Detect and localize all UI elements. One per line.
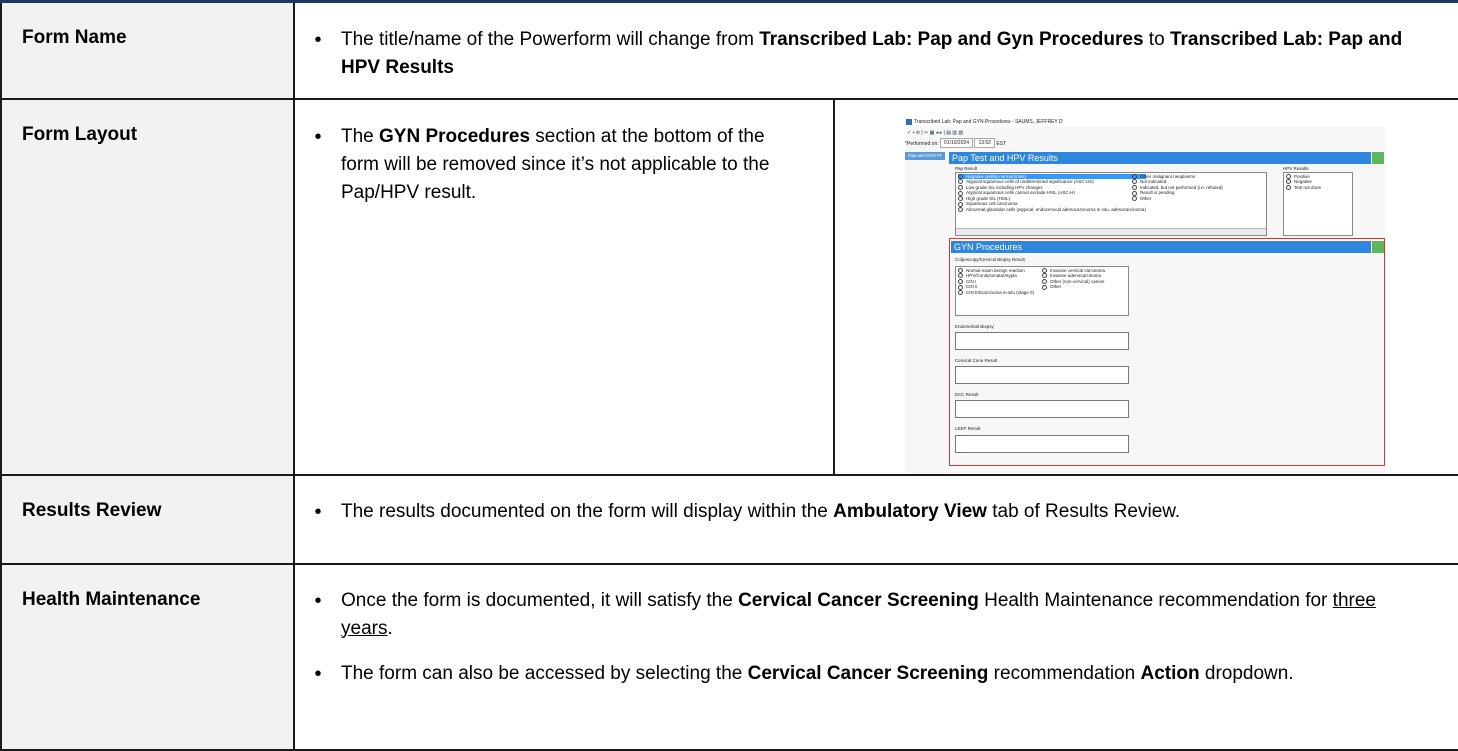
form-name-description: • The title/name of the Powerform will c… [292, 0, 1458, 100]
text-run: recommendation [988, 662, 1141, 684]
results-review-label: Results Review [0, 473, 295, 565]
bullet-icon: • [314, 29, 322, 51]
form-layout-row: Form Layout • The GYN Procedures section… [0, 97, 1458, 476]
toolbar-icons: ✓ ▪ ⊘ | ✂ ▦ ◂ ▸ | ▤ ▥ ▧ [907, 129, 964, 136]
text-run: tab of Results Review. [986, 500, 1181, 522]
colposcopy-options-col2: Invasive cervical carcinoma Invasive aden… [1042, 268, 1105, 290]
text-run: The results documented on the form will … [341, 500, 834, 522]
bold-term: Cervical Cancer Screening [738, 589, 979, 611]
hpv-results-list: Positive Negative Test not done [1283, 171, 1353, 236]
bullet-item: • The GYN Procedures section at the bott… [295, 123, 833, 207]
health-maintenance-description: • Once the form is documented, it will s… [292, 562, 1458, 751]
form-layout-label: Form Layout [0, 97, 295, 476]
pap-result-label: Pap Result [955, 165, 978, 171]
bullet-text: The GYN Procedures section at the bottom… [341, 123, 833, 207]
ecc-result-label: ECC Result [955, 391, 979, 397]
text-run: to [1143, 29, 1170, 50]
endometrial-biopsy-label: Endometrial Biopsy [955, 323, 994, 329]
results-review-description: • The results documented on the form wil… [292, 473, 1458, 565]
text-run: The form can also be accessed by selecti… [341, 662, 748, 684]
app-icon [906, 118, 912, 125]
radio-option: Test not done [1286, 185, 1350, 191]
bullet-text: The results documented on the form will … [341, 498, 1458, 526]
pap-result-list: Negative (within normal limits) Atypical … [955, 171, 1267, 236]
colposcopy-options-col1: Normal exam benign reaction HPV/Condyloma… [958, 268, 1034, 296]
bullet-item: • Once the form is documented, it will s… [295, 587, 1458, 643]
powerform-screenshot-cell: Transcribed Lab: Pap and GYN Procedures … [832, 97, 1458, 476]
performed-on-row: *Performed on: 01/10/2024 13:52 EST [905, 138, 1385, 150]
health-maintenance-row: Health Maintenance • Once the form is do… [0, 562, 1458, 751]
text-run: Once the form is documented, it will sat… [341, 589, 739, 611]
form-name-label: Form Name [0, 0, 295, 100]
form-layout-description: • The GYN Procedures section at the bott… [293, 97, 835, 476]
bullet-text: The form can also be accessed by selecti… [341, 660, 1458, 688]
bullet-item: • The form can also be accessed by selec… [295, 660, 1458, 688]
timezone-label: EST [996, 140, 1007, 147]
endometrial-biopsy-field [955, 331, 1129, 350]
form-name-row: Form Name • The title/name of the Powerf… [0, 0, 1458, 100]
bold-term: Action [1140, 662, 1200, 684]
horizontal-scrollbar [956, 227, 1266, 235]
section-marker-icon [1372, 151, 1384, 164]
text-run: The [341, 125, 380, 147]
pap-options-col2: Other malignant neoplasms Not indicated In… [1132, 174, 1223, 202]
hpv-results-label: HPV Results [1283, 165, 1309, 171]
cervical-cone-field [955, 365, 1129, 384]
window-titlebar: Transcribed Lab: Pap and GYN Procedures … [905, 117, 1385, 127]
section-marker-icon [1372, 240, 1384, 253]
time-field: 13:52 [974, 138, 995, 149]
form-changes-table: Form Name • The title/name of the Powerf… [0, 0, 1458, 751]
results-review-row: Results Review • The results documented … [0, 473, 1458, 565]
hpv-options: Positive Negative Test not done [1286, 174, 1350, 191]
radio-option: CIN III/Carcinoma in-situ (stage 0) [958, 290, 1034, 296]
bullet-icon: • [314, 662, 322, 685]
bold-term: Ambulatory View [833, 500, 987, 522]
leep-result-label: LEEP Result [955, 425, 981, 431]
colposcopy-list: Normal exam benign reaction HPV/Condyloma… [955, 265, 1129, 316]
ecc-result-field [955, 399, 1129, 418]
cervical-cone-label: Cervical Cone Result [955, 357, 998, 363]
bullet-icon: • [314, 589, 322, 612]
text-run: . [387, 617, 393, 639]
text-run: The title/name of the Powerform will cha… [341, 29, 760, 50]
performed-on-label: *Performed on: [905, 140, 939, 147]
text-run: Health Maintenance recommendation for [978, 589, 1333, 611]
radio-option: Abnormal glandular cells (atypical, endo… [958, 207, 1146, 213]
bold-term: Transcribed Lab: Pap and Gyn Procedures [759, 29, 1144, 50]
leep-result-field [955, 434, 1129, 453]
text-run: dropdown. [1199, 662, 1294, 684]
pap-section-header: Pap Test and HPV Results [949, 151, 1371, 164]
bullet-item: • The title/name of the Powerform will c… [295, 26, 1458, 82]
radio-option: Other [1042, 284, 1105, 290]
date-field: 01/10/2024 [940, 138, 974, 149]
health-maintenance-label: Health Maintenance [0, 562, 295, 751]
powerform-screenshot: Transcribed Lab: Pap and GYN Procedures … [835, 100, 1458, 474]
radio-option: Other [1132, 196, 1223, 202]
bullet-icon: • [314, 125, 322, 148]
nav-tab: Pap and GYN Pr [905, 151, 945, 160]
powerform-window: Transcribed Lab: Pap and GYN Procedures … [905, 117, 1385, 474]
pap-options-col1: Negative (within normal limits) Atypical … [958, 173, 1146, 213]
radio-option: Invasive adenocarcinoma [1042, 273, 1105, 279]
bullet-text: Once the form is documented, it will sat… [341, 587, 1458, 643]
bold-term: GYN Procedures [379, 125, 531, 147]
window-title: Transcribed Lab: Pap and GYN Procedures … [914, 118, 1063, 125]
bullet-item: • The results documented on the form wil… [295, 498, 1458, 526]
bullet-icon: • [314, 500, 322, 523]
gyn-section-header: GYN Procedures [951, 240, 1371, 253]
colposcopy-label: Colposcopy/Cervical Biopsy Result [955, 256, 1025, 262]
bold-term: Cervical Cancer Screening [747, 662, 989, 684]
bullet-text: The title/name of the Powerform will cha… [341, 26, 1458, 82]
